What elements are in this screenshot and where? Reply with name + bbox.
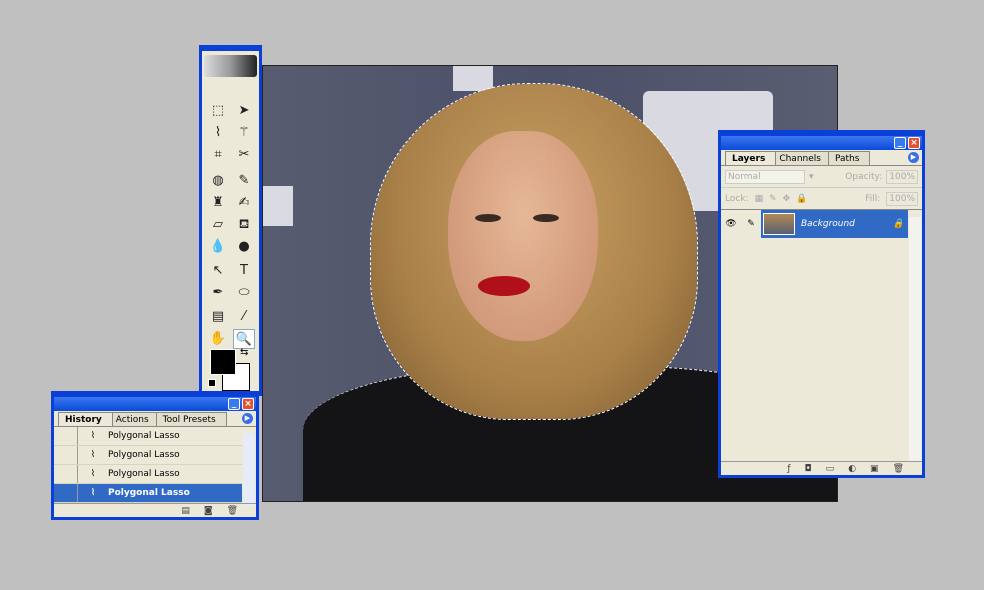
scrollbar[interactable] <box>243 433 255 506</box>
move-tool[interactable]: ➤ <box>233 101 255 121</box>
trash-icon[interactable]: 🗑 <box>227 506 238 516</box>
history-item-label: Polygonal Lasso <box>108 488 190 498</box>
slice-tool[interactable]: ✂ <box>233 145 255 165</box>
history-item[interactable]: ⌇ Polygonal Lasso <box>54 446 242 465</box>
tab-tool-presets[interactable]: Tool Presets <box>155 412 227 426</box>
lock-label: Lock: <box>725 193 749 204</box>
path-select-tool[interactable]: ↖ <box>207 261 229 281</box>
tab-layers[interactable]: Layers <box>725 151 777 165</box>
photo-eye <box>475 214 501 222</box>
default-colors-icon[interactable] <box>208 379 216 387</box>
close-button[interactable]: × <box>242 398 254 410</box>
photo-face <box>448 131 598 341</box>
lock-position-icon[interactable]: ✥ <box>783 194 791 204</box>
history-palette: _ × History Actions Tool Presets ▶ ⌇ Polyg… <box>51 391 259 520</box>
opacity-input[interactable]: 100% <box>886 169 918 184</box>
hand-tool[interactable]: ✋ <box>207 329 229 349</box>
new-group-icon[interactable]: ▭ <box>826 464 835 474</box>
snapshot-source-checkbox[interactable] <box>58 465 78 483</box>
type-tool[interactable]: T <box>233 261 255 281</box>
pen-tool[interactable]: ✒ <box>207 283 229 303</box>
layer-thumbnail <box>763 213 795 235</box>
tab-channels[interactable]: Channels <box>772 151 832 165</box>
blur-tool[interactable]: 💧 <box>207 237 229 257</box>
adobe-logo-icon[interactable] <box>204 55 257 77</box>
tab-history[interactable]: History <box>58 412 113 426</box>
layer-style-icon[interactable]: ƒ <box>787 464 790 474</box>
history-item-label: Polygonal Lasso <box>108 450 180 460</box>
minimize-button[interactable]: _ <box>228 398 240 410</box>
opacity-label: Opacity: <box>845 171 883 182</box>
backdrop-logo <box>453 66 493 91</box>
history-item[interactable]: ⌇ Polygonal Lasso <box>54 484 242 503</box>
lock-paint-icon[interactable]: ✎ <box>769 194 777 204</box>
clone-stamp-tool[interactable]: ♜ <box>207 193 229 213</box>
polygonal-lasso-icon: ⌇ <box>90 450 96 460</box>
close-button[interactable]: × <box>908 137 920 149</box>
paint-bucket-tool[interactable]: ⛾ <box>233 215 255 235</box>
eye-visibility-icon[interactable]: 👁 <box>721 219 741 229</box>
polygonal-lasso-icon: ⌇ <box>90 488 96 498</box>
snapshot-source-checkbox[interactable] <box>58 484 78 502</box>
tab-paths[interactable]: Paths <box>827 151 871 165</box>
lock-icon: 🔒 <box>892 219 904 229</box>
blend-mode-select[interactable]: Normal <box>725 169 805 184</box>
polygonal-lasso-icon: ⌇ <box>90 469 96 479</box>
palette-menu-button[interactable]: ▶ <box>242 413 253 424</box>
history-brush-tool[interactable]: ✍ <box>233 193 255 213</box>
foreground-color-swatch[interactable] <box>210 349 236 375</box>
crop-tool[interactable]: ⌗ <box>207 145 229 165</box>
fill-input[interactable]: 100% <box>886 191 918 206</box>
scrollbar[interactable] <box>909 217 921 462</box>
tab-actions[interactable]: Actions <box>108 412 160 426</box>
swap-colors-icon[interactable]: ⇆ <box>240 347 248 358</box>
history-item[interactable]: ⌇ Polygonal Lasso <box>54 427 242 446</box>
lock-all-icon[interactable]: 🔒 <box>796 194 807 204</box>
layer-mask-icon[interactable]: ◘ <box>805 464 812 474</box>
zoom-tool[interactable]: 🔍 <box>233 329 255 349</box>
photo-lips <box>478 276 530 296</box>
rect-marquee-tool[interactable]: ⬚ <box>207 101 229 121</box>
healing-brush-tool[interactable]: ◍ <box>207 171 229 191</box>
notes-tool[interactable]: ▤ <box>207 307 229 327</box>
brush-tool[interactable]: ✎ <box>233 171 255 191</box>
ellipse-tool[interactable]: ⬭ <box>233 283 255 303</box>
magic-wand-tool[interactable]: ⚚ <box>233 123 255 143</box>
toolbox: ⬚ ➤ ⌇ ⚚ ⌗ ✂ ◍ ✎ ♜ ✍ ▱ ⛾ 💧 ● ↖ T ✒ ⬭ ▤ ⁄ ✋ 🔍 ⇆ <box>199 45 262 396</box>
backdrop-logo <box>263 186 293 226</box>
polygonal-lasso-icon: ⌇ <box>90 431 96 441</box>
polygonal-lasso-tool[interactable]: ⌇ <box>207 123 229 143</box>
brush-icon: ✎ <box>747 219 755 229</box>
palette-menu-button[interactable]: ▶ <box>908 152 919 163</box>
snapshot-icon[interactable]: ◙ <box>204 506 213 516</box>
new-document-icon[interactable]: ▤ <box>181 506 190 516</box>
lock-transparency-icon[interactable]: ▦ <box>755 194 764 204</box>
dodge-tool[interactable]: ● <box>233 237 255 257</box>
photo-eye <box>533 214 559 222</box>
eraser-tool[interactable]: ▱ <box>207 215 229 235</box>
history-item[interactable]: ⌇ Polygonal Lasso <box>54 465 242 484</box>
fill-label: Fill: <box>865 193 881 204</box>
layer-name[interactable]: Background <box>801 219 855 229</box>
new-layer-icon[interactable]: ▣ <box>870 464 879 474</box>
layer-row-background[interactable]: 👁 ✎ Background 🔒 <box>721 210 908 238</box>
snapshot-source-checkbox[interactable] <box>58 446 78 464</box>
trash-icon[interactable]: 🗑 <box>893 464 904 474</box>
adjustment-layer-icon[interactable]: ◐ <box>848 464 856 474</box>
history-item-label: Polygonal Lasso <box>108 469 180 479</box>
history-item-label: Polygonal Lasso <box>108 431 180 441</box>
snapshot-source-checkbox[interactable] <box>58 427 78 445</box>
minimize-button[interactable]: _ <box>894 137 906 149</box>
layers-palette: _ × Layers Channels Paths ▶ Normal ▾ Opaci… <box>718 130 925 478</box>
eyedropper-tool[interactable]: ⁄ <box>233 307 255 327</box>
